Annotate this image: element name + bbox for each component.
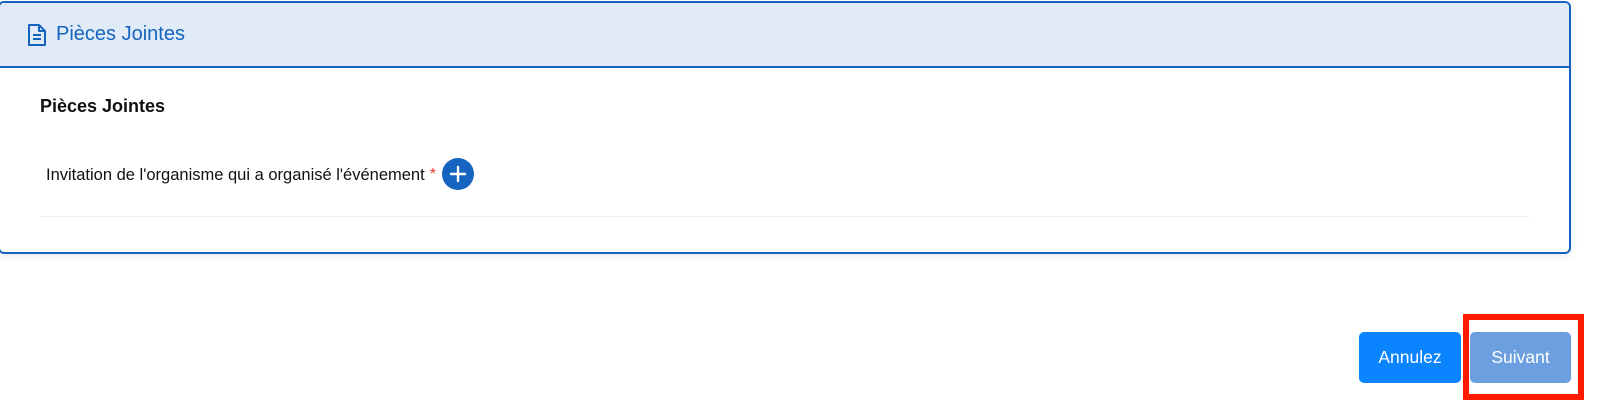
section-title: Pièces Jointes (40, 96, 166, 116)
card-header: Pièces Jointes (0, 3, 1569, 68)
add-attachment-button[interactable] (441, 158, 474, 190)
plus-icon (449, 165, 467, 183)
attachment-row: Invitation de l'organisme qui a organisé… (46, 158, 474, 191)
attachment-label: Invitation de l'organisme qui a organisé… (46, 165, 425, 184)
required-marker: * (429, 166, 436, 183)
document-icon (26, 23, 48, 47)
card-title: Pièces Jointes (56, 23, 185, 45)
divider (40, 216, 1529, 217)
next-button[interactable]: Suivant (1470, 332, 1571, 383)
cancel-button[interactable]: Annulez (1359, 332, 1461, 383)
attachments-card: Pièces Jointes Pièces Jointes Invitation… (0, 1, 1571, 254)
